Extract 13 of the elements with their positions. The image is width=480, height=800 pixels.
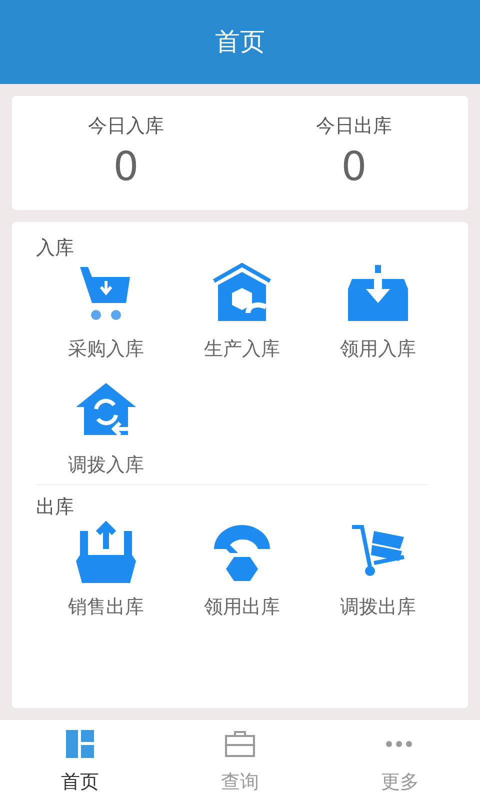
section-title: 出库 xyxy=(36,494,75,520)
summary-label: 今日入库 xyxy=(88,114,164,139)
summary-value: 0 xyxy=(341,142,367,192)
ellipsis-icon xyxy=(384,740,414,748)
dashboard-icon xyxy=(64,728,96,760)
tab[interactable]: 首页 xyxy=(0,720,160,800)
summary-label: 今日出库 xyxy=(316,114,392,139)
box-upload-icon xyxy=(74,521,138,585)
header-title: 首页 xyxy=(215,26,265,58)
briefcase-icon xyxy=(224,728,256,760)
action-button[interactable]: 调拨入库 xyxy=(36,375,176,484)
section-title: 入库 xyxy=(36,236,75,261)
summary-value: 0 xyxy=(113,142,139,192)
